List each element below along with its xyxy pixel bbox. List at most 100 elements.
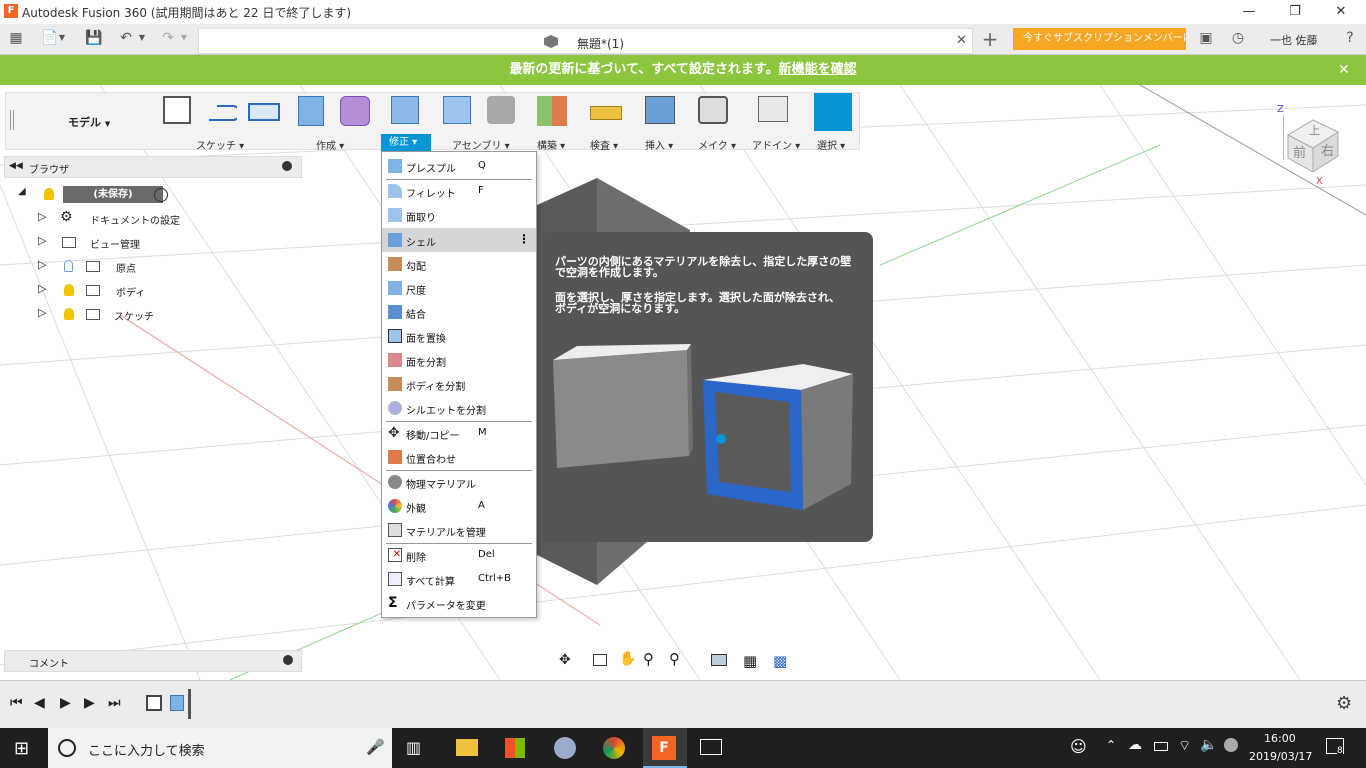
form-icon[interactable] [340, 96, 370, 126]
fit-icon[interactable]: ⚲ [669, 650, 680, 668]
view-cube-right[interactable]: 右 [1321, 140, 1334, 159]
select-group-label[interactable]: 選択 ▾ [817, 137, 845, 152]
offset-plane-icon[interactable] [537, 96, 567, 126]
paint-icon[interactable] [554, 737, 576, 759]
activate-radio-icon[interactable] [154, 188, 168, 202]
line-icon[interactable] [205, 96, 241, 128]
menu-item-presspull[interactable]: プレスプル Q [382, 154, 536, 178]
plus-icon[interactable]: + [978, 27, 1002, 51]
press-pull-icon[interactable] [391, 96, 419, 124]
insert-group-label[interactable]: 挿入 ▾ [645, 137, 673, 152]
extrude-icon[interactable] [298, 96, 324, 126]
mail-icon[interactable] [700, 739, 722, 755]
orbit-icon[interactable]: ✥ [559, 652, 571, 668]
timeline-extrude-feature-icon[interactable] [170, 695, 184, 711]
timeline-first-icon[interactable]: ⏮ [10, 695, 23, 711]
look-at-icon[interactable] [593, 654, 607, 666]
battery-icon[interactable] [1154, 742, 1168, 751]
make-group-label[interactable]: メイク ▾ [698, 137, 736, 152]
close-icon[interactable]: ✕ [1338, 55, 1350, 85]
menu-item-replace-face[interactable]: 面を置換 [382, 324, 536, 348]
file-explorer-icon[interactable] [456, 739, 478, 756]
lightbulb-icon[interactable] [64, 284, 74, 296]
menu-item-fillet[interactable]: フィレット F [382, 179, 536, 203]
lightbulb-off-icon[interactable] [64, 260, 73, 272]
gear-icon[interactable]: ⚙ [1336, 693, 1352, 714]
view-cube-front[interactable]: 前 [1293, 142, 1306, 161]
pan-icon[interactable]: ✋ [619, 651, 636, 667]
clock-time[interactable]: 16:00 [1264, 732, 1296, 745]
lightbulb-icon[interactable] [64, 308, 74, 320]
menu-item-draft[interactable]: 勾配 [382, 252, 536, 276]
modify-group-label-active[interactable]: 修正 ▾ [381, 134, 431, 151]
document-tab[interactable]: 無題*(1) ✕ [198, 28, 973, 54]
insert-image-icon[interactable] [645, 96, 675, 124]
addins-group-label[interactable]: アドイン ▾ [752, 137, 800, 152]
menu-item-split-body[interactable]: ボディを分割 [382, 372, 536, 396]
workspace-selector[interactable]: モデル ▼ [68, 114, 110, 130]
menu-item-align[interactable]: 位置合わせ [382, 445, 536, 469]
help-icon[interactable]: ? [1338, 26, 1362, 50]
save-icon[interactable]: 💾 [82, 26, 106, 50]
menu-item-appearance[interactable]: 外観 A [382, 494, 536, 518]
grid-settings-icon[interactable]: ▦ [743, 652, 757, 670]
redo-icon[interactable]: ↷ [156, 26, 180, 50]
user-name[interactable]: 一也 佐藤 [1270, 32, 1318, 48]
new-component-icon[interactable] [443, 96, 471, 124]
clock-icon[interactable]: ◷ [1226, 26, 1250, 50]
wifi-icon[interactable]: ⌔ [1178, 737, 1191, 755]
menu-item-manage-materials[interactable]: マテリアルを管理 [382, 518, 536, 542]
sketch-group-label[interactable]: スケッチ ▾ [196, 137, 244, 152]
collapse-browser-icon[interactable]: ◀◀ [9, 161, 23, 171]
minimize-icon[interactable]: — [1226, 2, 1272, 22]
close-tab-icon[interactable]: ✕ [956, 33, 967, 48]
construct-group-label[interactable]: 構築 ▾ [537, 137, 565, 152]
clock-date[interactable]: 2019/03/17 [1249, 750, 1312, 763]
make-3dprint-icon[interactable] [698, 96, 728, 124]
chevron-down-icon[interactable]: ▼ [136, 26, 148, 50]
timeline-play-icon[interactable]: ▶ [60, 695, 71, 711]
timeline-marker[interactable] [188, 689, 191, 719]
browser-item-sketches[interactable]: ▷ スケッチ [38, 306, 198, 324]
store-icon[interactable] [505, 738, 525, 758]
expand-triangle-icon[interactable]: ▷ [38, 282, 46, 295]
menu-item-chamfer[interactable]: 面取り [382, 203, 536, 227]
undo-icon[interactable]: ↶ [114, 26, 138, 50]
browser-item-bodies[interactable]: ▷ ボディ [38, 282, 198, 300]
create-sketch-icon[interactable] [163, 96, 191, 124]
restore-icon[interactable]: ❐ [1272, 2, 1318, 22]
browser-item-document-settings[interactable]: ▷ ⚙ ドキュメントの設定 [38, 209, 198, 228]
chevron-up-icon[interactable]: ⌃ [1106, 738, 1116, 752]
viewports-icon[interactable]: ▩ [773, 652, 787, 670]
menu-item-delete[interactable]: ✕ 削除 Del [382, 543, 536, 567]
expand-triangle-icon[interactable]: ▷ [38, 234, 46, 247]
close-icon[interactable]: ✕ [1318, 2, 1364, 22]
taskbar-search[interactable]: ここに入力して検索 🎤 [48, 728, 392, 768]
select-icon[interactable] [814, 93, 852, 131]
menu-item-scale[interactable]: 尺度 [382, 276, 536, 300]
more-options-icon[interactable]: ⋮ [518, 232, 530, 246]
expand-triangle-icon[interactable]: ▷ [38, 306, 46, 319]
menu-item-combine[interactable]: 結合 [382, 300, 536, 324]
joint-icon[interactable] [487, 96, 515, 124]
chevron-down-icon[interactable]: ▼ [56, 26, 68, 50]
timeline-prev-icon[interactable]: ◀ [34, 695, 45, 711]
rectangle-icon[interactable] [248, 103, 280, 121]
windows-start-icon[interactable]: ⊞ [14, 738, 29, 759]
collapse-triangle-icon[interactable]: ◢ [18, 186, 26, 197]
banner-whats-new-link[interactable]: 新機能を確認 [779, 62, 857, 77]
chrome-icon[interactable] [603, 737, 625, 759]
zoom-icon[interactable]: ⚲ [643, 650, 654, 668]
browser-root-node[interactable]: ◢ (未保存) [18, 186, 178, 204]
expand-triangle-icon[interactable]: ▷ [38, 258, 46, 271]
timeline-sketch-feature-icon[interactable] [146, 695, 162, 711]
subscribe-button[interactable]: 今すぐサブスクリプションメンバーに... [1013, 28, 1186, 50]
display-settings-icon[interactable] [711, 654, 727, 666]
view-cube-top[interactable]: 上 [1309, 122, 1320, 138]
menu-item-compute-all[interactable]: すべて計算 Ctrl+B [382, 567, 536, 591]
ime-off-icon[interactable] [1224, 738, 1238, 752]
grid-icon[interactable]: ▦ [4, 26, 28, 50]
menu-item-move-copy[interactable]: ✥ 移動/コピー M [382, 421, 536, 445]
assembly-group-label[interactable]: アセンブリ ▾ [452, 137, 510, 152]
browser-item-origin[interactable]: ▷ 原点 [38, 258, 198, 276]
